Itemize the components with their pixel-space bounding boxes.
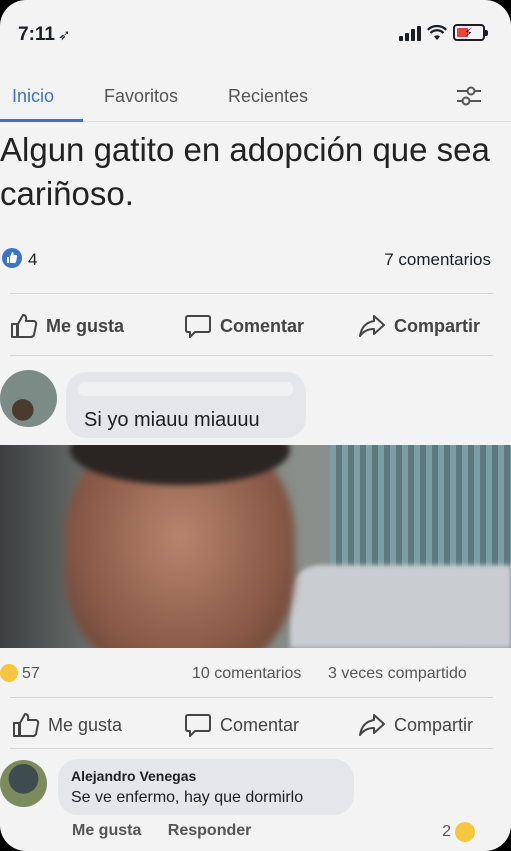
thumbs-up-icon bbox=[13, 713, 40, 737]
post-actions: Me gusta Comentar Compartir bbox=[0, 305, 511, 345]
like-count[interactable]: 4 bbox=[28, 250, 37, 270]
share-icon bbox=[359, 315, 385, 337]
divider bbox=[10, 748, 493, 749]
location-arrow-icon: ➶ bbox=[57, 27, 71, 44]
comment-label: Comentar bbox=[220, 315, 305, 336]
comment-text: Si yo miauu miauuu bbox=[84, 409, 260, 431]
divider bbox=[10, 293, 493, 294]
share-button[interactable]: Compartir bbox=[358, 712, 473, 738]
comments-count[interactable]: 7 comentarios bbox=[384, 250, 491, 270]
comment-label: Comentar bbox=[220, 714, 300, 735]
photo-comments-count[interactable]: 10 comentarios bbox=[192, 665, 301, 683]
reply-actions: Me gusta Responder bbox=[72, 822, 273, 840]
share-label: Compartir bbox=[394, 315, 481, 336]
share-label: Compartir bbox=[394, 714, 474, 735]
comment-photo[interactable] bbox=[0, 445, 511, 648]
reply-like-link[interactable]: Me gusta bbox=[72, 822, 141, 839]
tab-favoritos[interactable]: Favoritos bbox=[104, 86, 178, 107]
reply-bubble: Alejandro Venegas Se ve enfermo, hay que… bbox=[58, 759, 354, 815]
time-text: 7:11 bbox=[18, 24, 55, 45]
comment-bubble: Si yo miauu miauuu bbox=[66, 372, 306, 438]
like-reaction-icon bbox=[2, 248, 22, 268]
battery-icon: ⚡ bbox=[453, 24, 488, 41]
comment-icon bbox=[185, 315, 211, 338]
divider bbox=[10, 355, 493, 356]
comment-button[interactable]: Comentar bbox=[184, 313, 304, 339]
filter-icon[interactable] bbox=[455, 82, 483, 110]
signal-icon bbox=[399, 25, 421, 41]
status-time: 7:11 ➶ bbox=[18, 24, 71, 46]
status-bar: 7:11 ➶ ⚡ bbox=[0, 0, 511, 62]
charging-bolt-icon: ⚡ bbox=[464, 25, 474, 40]
active-tab-indicator bbox=[0, 119, 83, 122]
redacted-author-name bbox=[78, 382, 293, 396]
post-text: Algun gatito en adopción que sea cariños… bbox=[0, 131, 490, 212]
thumbs-up-icon bbox=[11, 314, 38, 338]
tab-recientes[interactable]: Recientes bbox=[228, 86, 308, 107]
divider bbox=[10, 697, 493, 698]
status-icons: ⚡ bbox=[399, 24, 488, 41]
comment-button[interactable]: Comentar bbox=[184, 712, 299, 738]
commenter-avatar[interactable] bbox=[0, 370, 57, 427]
reply-text: Se ve enfermo, hay que dormirlo bbox=[71, 789, 304, 806]
share-icon bbox=[359, 714, 385, 736]
reply-respond-link[interactable]: Responder bbox=[168, 822, 252, 839]
photo-reactions-row: 57 10 comentarios 3 veces compartido bbox=[0, 662, 511, 688]
like-label: Me gusta bbox=[48, 714, 123, 735]
phone-screen: 7:11 ➶ ⚡ Inicio Favoritos Recientes Algu… bbox=[0, 0, 511, 851]
reply-author-avatar[interactable] bbox=[0, 760, 47, 807]
like-button[interactable]: Me gusta bbox=[10, 313, 124, 339]
haha-reaction-icon bbox=[0, 664, 18, 682]
reaction-count[interactable]: 57 bbox=[22, 665, 40, 683]
post-reactions-row: 4 7 comentarios bbox=[0, 246, 511, 276]
reply-author-name[interactable]: Alejandro Venegas bbox=[71, 768, 196, 784]
reply-reaction-count: 2 bbox=[442, 823, 451, 840]
share-button[interactable]: Compartir bbox=[358, 313, 480, 339]
wifi-icon bbox=[427, 24, 447, 40]
feed-tabs: Inicio Favoritos Recientes bbox=[0, 70, 511, 122]
like-label: Me gusta bbox=[46, 315, 125, 336]
photo-shares-count[interactable]: 3 veces compartido bbox=[328, 665, 467, 683]
reply-reactions[interactable]: 2 bbox=[442, 822, 475, 842]
like-button[interactable]: Me gusta bbox=[12, 712, 122, 738]
comment-icon bbox=[185, 714, 211, 737]
tab-inicio[interactable]: Inicio bbox=[12, 86, 54, 107]
haha-reaction-icon bbox=[455, 822, 475, 842]
photo-actions: Me gusta Comentar Compartir bbox=[0, 704, 511, 744]
